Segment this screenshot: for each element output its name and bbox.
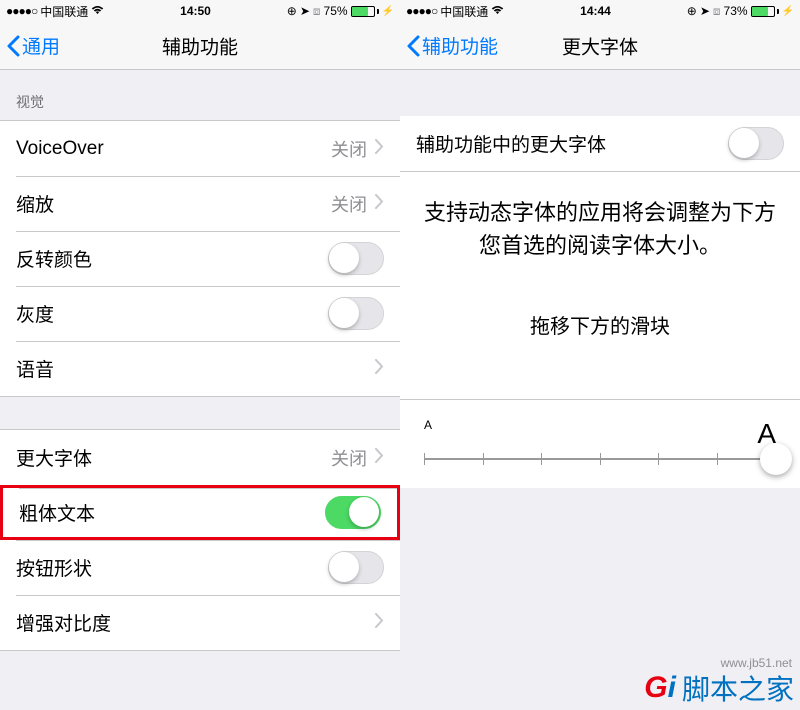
cell-label: 灰度 xyxy=(16,300,54,327)
clock-label: 14:50 xyxy=(180,4,211,18)
text-size-slider-area: A A xyxy=(400,399,800,488)
signal-dots: ●●●●○ xyxy=(6,4,37,18)
cell-label: 反转颜色 xyxy=(16,245,92,272)
status-bar: ●●●●○ 中国联通 14:44 ⊕ ➤ ⧈ 73% ⚡ xyxy=(400,0,800,22)
chevron-right-icon xyxy=(375,139,384,159)
slider-knob[interactable] xyxy=(760,443,792,475)
back-button[interactable]: 通用 xyxy=(0,32,60,59)
chevron-right-icon xyxy=(375,359,384,379)
chevron-right-icon xyxy=(375,194,384,214)
battery-pct: 75% xyxy=(324,4,348,18)
toggle-bold-text[interactable] xyxy=(325,496,381,529)
wifi-icon xyxy=(91,4,104,18)
carrier-label: 中国联通 xyxy=(440,3,488,20)
nav-bar: 通用 辅助功能 xyxy=(0,22,400,70)
cell-label: 粗体文本 xyxy=(19,499,95,526)
clock-label: 14:44 xyxy=(580,4,611,18)
page-title: 辅助功能 xyxy=(162,32,238,59)
cell-label: 语音 xyxy=(16,355,54,382)
cell-invert-colors[interactable]: 反转颜色 xyxy=(0,231,400,286)
description-text: 支持动态字体的应用将会调整为下方您首选的阅读字体大小。 xyxy=(400,172,800,286)
cell-grayscale[interactable]: 灰度 xyxy=(0,286,400,341)
cell-label: 更大字体 xyxy=(16,444,92,471)
cell-group-accessibility-size: 辅助功能中的更大字体 xyxy=(400,116,800,172)
cell-button-shapes[interactable]: 按钮形状 xyxy=(0,540,400,595)
cell-value: 关闭 xyxy=(331,136,367,162)
back-label: 通用 xyxy=(22,32,60,59)
toggle-accessibility-larger[interactable] xyxy=(728,127,784,160)
cell-group-text: 更大字体 关闭 粗体文本 按钮形状 增强对比度 xyxy=(0,429,400,651)
status-bar: ●●●●○ 中国联通 14:50 ⊕ ➤ ⧈ 75% ⚡ xyxy=(0,0,400,22)
left-panel: ●●●●○ 中国联通 14:50 ⊕ ➤ ⧈ 75% ⚡ 通用 辅助功能 视觉 … xyxy=(0,0,400,710)
cell-accessibility-larger-text[interactable]: 辅助功能中的更大字体 xyxy=(400,116,800,171)
location-icon: ➤ xyxy=(700,4,710,18)
cell-label: 按钮形状 xyxy=(16,554,92,581)
description-block: 支持动态字体的应用将会调整为下方您首选的阅读字体大小。 拖移下方的滑块 xyxy=(400,172,800,399)
cell-zoom[interactable]: 缩放 关闭 xyxy=(0,176,400,231)
nav-bar: 辅助功能 更大字体 xyxy=(400,22,800,70)
watermark-text: 脚本之家 xyxy=(682,668,794,708)
chevron-right-icon xyxy=(375,613,384,633)
toggle-grayscale[interactable] xyxy=(328,297,384,330)
right-panel: ●●●●○ 中国联通 14:44 ⊕ ➤ ⧈ 73% ⚡ 辅助功能 更大字体 辅… xyxy=(400,0,800,710)
bluetooth-icon: ⧈ xyxy=(313,4,321,19)
cell-value: 关闭 xyxy=(331,445,367,471)
cell-voiceover[interactable]: VoiceOver 关闭 xyxy=(0,121,400,176)
section-header-vision: 视觉 xyxy=(0,70,400,120)
signal-dots: ●●●●○ xyxy=(406,4,437,18)
cell-value: 关闭 xyxy=(331,191,367,217)
battery-icon: ⚡ xyxy=(751,6,794,17)
cell-label: 缩放 xyxy=(16,190,54,217)
text-size-slider[interactable] xyxy=(424,458,776,460)
cell-label: VoiceOver xyxy=(16,138,104,160)
toggle-button-shapes[interactable] xyxy=(328,551,384,584)
back-button[interactable]: 辅助功能 xyxy=(400,32,498,59)
cell-group-vision: VoiceOver 关闭 缩放 关闭 反转颜色 灰度 语音 xyxy=(0,120,400,397)
location-icon: ➤ xyxy=(300,4,310,18)
cell-label: 增强对比度 xyxy=(16,609,111,636)
bluetooth-icon: ⧈ xyxy=(713,4,721,19)
back-label: 辅助功能 xyxy=(422,32,498,59)
carrier-label: 中国联通 xyxy=(40,3,88,20)
wifi-icon xyxy=(491,4,504,18)
toggle-invert[interactable] xyxy=(328,242,384,275)
chevron-right-icon xyxy=(375,448,384,468)
cell-bold-text[interactable]: 粗体文本 xyxy=(0,485,400,540)
cell-label: 辅助功能中的更大字体 xyxy=(416,130,606,157)
lock-icon: ⊕ xyxy=(687,4,697,18)
cell-speech[interactable]: 语音 xyxy=(0,341,400,396)
lock-icon: ⊕ xyxy=(287,4,297,18)
watermark-url: www.jb51.net xyxy=(721,656,792,670)
page-title: 更大字体 xyxy=(562,32,638,59)
battery-pct: 73% xyxy=(724,4,748,18)
cell-increase-contrast[interactable]: 增强对比度 xyxy=(0,595,400,650)
slider-min-label: A xyxy=(424,418,432,450)
watermark: www.jb51.net Gi 脚本之家 xyxy=(644,668,794,708)
battery-icon: ⚡ xyxy=(351,6,394,17)
slider-hint-text: 拖移下方的滑块 xyxy=(400,286,800,399)
cell-larger-text[interactable]: 更大字体 关闭 xyxy=(0,430,400,485)
